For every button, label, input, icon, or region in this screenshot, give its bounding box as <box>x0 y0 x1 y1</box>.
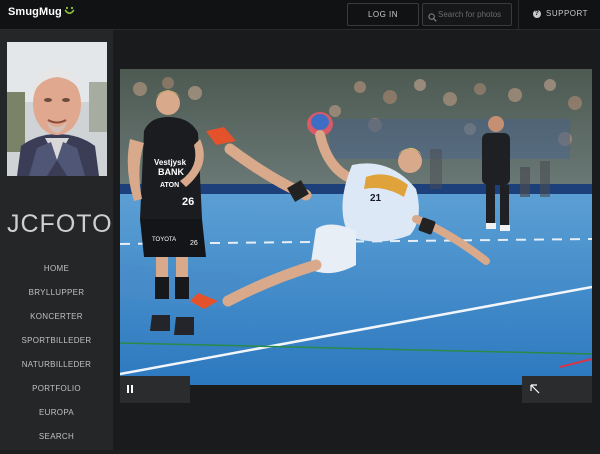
svg-text:Vestjysk: Vestjysk <box>154 158 187 167</box>
expand-icon <box>522 384 592 407</box>
search-box[interactable] <box>422 3 512 26</box>
logo-text: SmugMug <box>8 6 62 18</box>
nav-item-sportbilleder[interactable]: SPORTBILLEDER <box>0 334 113 358</box>
smugmug-logo[interactable]: SmugMug <box>8 6 75 19</box>
svg-text:ATON: ATON <box>160 182 179 189</box>
svg-text:26: 26 <box>182 196 194 208</box>
fullscreen-button[interactable] <box>522 376 592 403</box>
smugmug-smile-icon <box>64 6 75 19</box>
header-divider <box>518 0 519 29</box>
slideshow-photo[interactable]: Vestjysk BANK ATON 26 TOYOTA 26 21 <box>120 69 592 385</box>
svg-text:26: 26 <box>190 240 198 247</box>
profile-photo[interactable] <box>7 42 107 176</box>
svg-text:21: 21 <box>370 193 382 204</box>
top-bar: SmugMug LOG IN ? SUPPORT <box>0 0 600 30</box>
support-label: SUPPORT <box>546 9 589 18</box>
pause-icon <box>120 385 190 407</box>
support-link[interactable]: ? SUPPORT <box>533 9 588 18</box>
search-icon <box>428 9 437 27</box>
help-icon: ? <box>533 9 541 18</box>
svg-text:BANK: BANK <box>158 167 184 177</box>
nav-item-bryllupper[interactable]: BRYLLUPPER <box>0 286 113 310</box>
nav-item-europa[interactable]: EUROPA <box>0 406 113 430</box>
nav-item-portfolio[interactable]: PORTFOLIO <box>0 382 113 406</box>
site-name[interactable]: JCFOTO <box>7 210 113 239</box>
svg-text:TOYOTA: TOYOTA <box>152 237 176 243</box>
nav-item-home[interactable]: HOME <box>0 262 113 286</box>
nav-item-koncerter[interactable]: KONCERTER <box>0 310 113 334</box>
login-label: LOG IN <box>367 10 399 19</box>
pause-button[interactable] <box>120 376 190 403</box>
nav-item-search[interactable]: SEARCH <box>0 430 113 454</box>
site-navigation: HOME BRYLLUPPER KONCERTER SPORTBILLEDER … <box>0 262 113 454</box>
sidebar: JCFOTO HOME BRYLLUPPER KONCERTER SPORTBI… <box>0 30 113 450</box>
login-button[interactable]: LOG IN <box>347 3 419 26</box>
nav-item-naturbilleder[interactable]: NATURBILLEDER <box>0 358 113 382</box>
search-input[interactable] <box>438 7 508 21</box>
